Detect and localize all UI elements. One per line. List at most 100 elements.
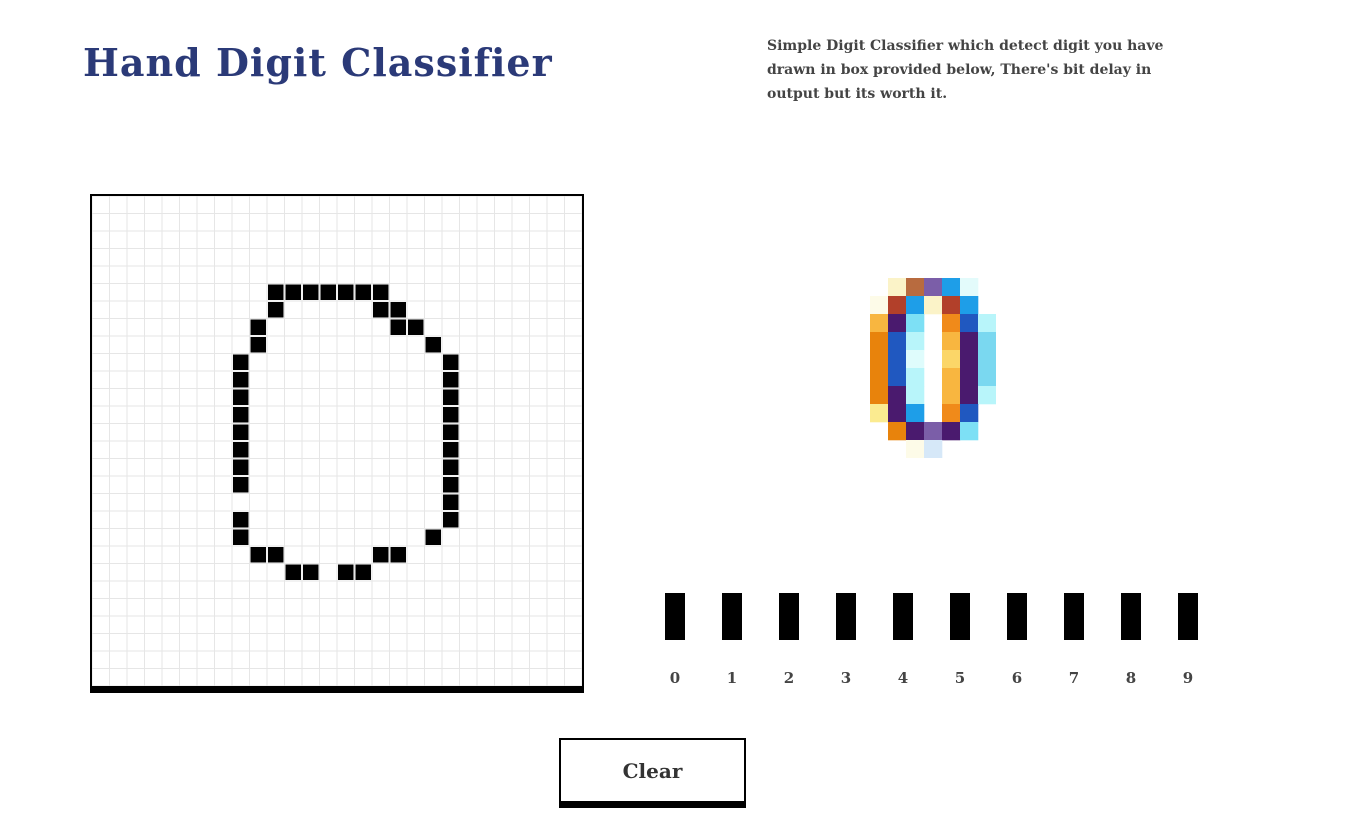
drawn-cell[interactable] (425, 337, 442, 353)
drawn-cell[interactable] (285, 564, 302, 581)
drawn-cell[interactable] (373, 284, 389, 301)
preview-pixel (870, 368, 889, 387)
preview-pixel (906, 296, 925, 315)
drawn-cell[interactable] (233, 512, 249, 528)
drawn-cell[interactable] (443, 459, 459, 476)
preview-pixel (888, 422, 907, 441)
drawn-cell[interactable] (303, 284, 319, 301)
prediction-bars: 0 1 2 3 4 5 6 7 8 9 (655, 590, 1225, 700)
drawn-cell[interactable] (233, 442, 249, 458)
drawn-cell[interactable] (355, 284, 372, 301)
drawn-cell[interactable] (408, 319, 424, 336)
preview-pixel (978, 332, 996, 351)
drawn-cell[interactable] (233, 459, 249, 476)
prediction-label: 1 (726, 669, 738, 687)
preview-pixel (978, 368, 996, 387)
drawn-cell[interactable] (250, 337, 267, 353)
prediction-bar-3: 3 (826, 590, 866, 690)
preview-pixel (942, 350, 961, 369)
prediction-bar-2: 2 (769, 590, 809, 690)
drawn-cell[interactable] (443, 494, 459, 511)
preview-pixel (924, 422, 943, 441)
preview-pixel (978, 386, 996, 405)
preview-pixel (888, 404, 907, 423)
drawing-grid[interactable] (92, 196, 582, 686)
drawn-cell[interactable] (443, 389, 459, 406)
preview-pixel (888, 386, 907, 405)
drawn-cell[interactable] (233, 407, 249, 423)
drawn-cell[interactable] (443, 512, 459, 528)
prediction-bar (1007, 593, 1027, 640)
prediction-label: 3 (840, 669, 852, 687)
preview-pixel (942, 422, 961, 441)
drawn-cell[interactable] (233, 529, 249, 546)
preview-pixel (888, 278, 907, 297)
drawn-cell[interactable] (443, 354, 459, 371)
preview-pixel (960, 296, 979, 315)
drawn-cell[interactable] (338, 284, 354, 301)
preview-pixel (906, 440, 925, 458)
drawn-cell[interactable] (320, 284, 337, 301)
prediction-bar (893, 593, 913, 640)
drawn-cell[interactable] (443, 407, 459, 423)
drawn-cell[interactable] (373, 302, 389, 318)
page-title: Hand Digit Classifier (83, 40, 553, 85)
preview-pixel (942, 314, 961, 333)
preview-pixel (924, 440, 943, 458)
drawn-cell[interactable] (373, 547, 389, 563)
preview-pixel (888, 368, 907, 387)
drawn-cell[interactable] (268, 547, 284, 563)
drawn-cell[interactable] (268, 302, 284, 318)
drawn-cell[interactable] (390, 319, 407, 336)
preview-pixel (978, 314, 996, 333)
preview-pixel (906, 386, 925, 405)
prediction-bar (836, 593, 856, 640)
drawn-cell[interactable] (233, 372, 249, 388)
preview-pixel (906, 422, 925, 441)
drawn-cell[interactable] (355, 564, 372, 581)
preview-pixel (870, 350, 889, 369)
drawn-cell[interactable] (250, 319, 267, 336)
preview-pixel (870, 314, 889, 333)
prediction-bar-5: 5 (940, 590, 980, 690)
drawing-canvas[interactable] (90, 194, 584, 693)
preview-pixel (924, 296, 943, 315)
prediction-label: 2 (783, 669, 795, 687)
drawn-cell[interactable] (233, 424, 249, 441)
prediction-bar-7: 7 (1054, 590, 1094, 690)
prediction-label: 0 (669, 669, 681, 687)
drawn-cell[interactable] (390, 547, 407, 563)
prediction-bar (665, 593, 685, 640)
page-description: Simple Digit Classifier which detect dig… (767, 38, 1164, 102)
drawn-cell[interactable] (250, 547, 267, 563)
preview-pixel (870, 404, 889, 423)
prediction-bar (950, 593, 970, 640)
preview-pixel (960, 404, 979, 423)
preview-pixel (870, 386, 889, 405)
prediction-bar (1178, 593, 1198, 640)
preview-pixel (942, 278, 961, 297)
drawn-cell[interactable] (268, 284, 284, 301)
prediction-label: 4 (897, 669, 909, 687)
preview-pixel (906, 368, 925, 387)
preview-pixel (960, 368, 979, 387)
drawn-cell[interactable] (443, 477, 459, 493)
drawn-cell[interactable] (285, 284, 302, 301)
drawn-cell[interactable] (233, 477, 249, 493)
drawn-cell[interactable] (443, 442, 459, 458)
preview-pixel (960, 422, 979, 441)
drawn-cell[interactable] (233, 354, 249, 371)
drawn-cell[interactable] (425, 529, 442, 546)
prediction-bar (779, 593, 799, 640)
drawn-cell[interactable] (390, 302, 407, 318)
drawn-cell[interactable] (443, 372, 459, 388)
drawn-cell[interactable] (233, 389, 249, 406)
preview-pixel (870, 332, 889, 351)
clear-button[interactable]: Clear (559, 738, 746, 808)
drawn-cell[interactable] (443, 424, 459, 441)
prediction-bar (1064, 593, 1084, 640)
drawn-cell[interactable] (338, 564, 354, 581)
drawn-cell[interactable] (303, 564, 319, 581)
preview-pixel (906, 350, 925, 369)
preview-pixel (942, 368, 961, 387)
